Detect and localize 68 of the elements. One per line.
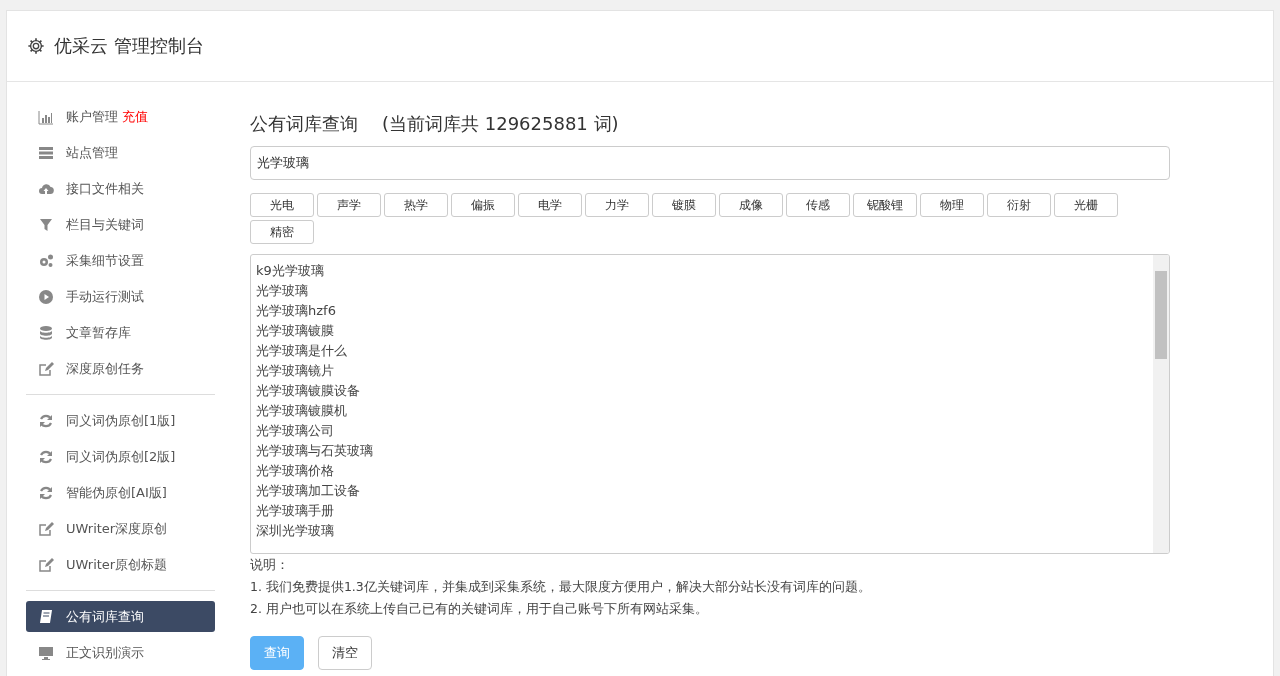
sidebar-item[interactable]: 深度原创任务 — [26, 353, 215, 384]
result-item: 光学玻璃镀膜设备 — [256, 382, 361, 400]
tag-button[interactable]: 镀膜 — [652, 193, 716, 217]
result-item: 光学玻璃 — [256, 282, 309, 300]
tag-button[interactable]: 精密 — [250, 220, 314, 244]
sidebar-item[interactable]: UWriter原创标题 — [26, 549, 215, 580]
sidebar-item[interactable]: 栏目与关键词 — [26, 209, 215, 240]
sidebar-item[interactable]: 智能伪原创[AI版] — [26, 477, 215, 508]
notes-heading: 说明： — [250, 556, 290, 574]
edit-icon — [38, 520, 54, 537]
server-icon — [38, 144, 54, 161]
sidebar-item[interactable]: 账户管理 充值 — [26, 101, 215, 132]
book-icon — [38, 608, 54, 625]
result-item: 光学玻璃是什么 — [256, 342, 348, 360]
page-title: 公有词库查询 — [250, 112, 358, 136]
tag-button[interactable]: 传感 — [786, 193, 850, 217]
sidebar-item[interactable]: 正文识别演示 — [26, 637, 215, 668]
result-item: 光学玻璃镜片 — [256, 362, 335, 380]
tag-button[interactable]: 物理 — [920, 193, 984, 217]
result-item: 光学玻璃hzf6 — [256, 302, 337, 320]
result-item: 光学玻璃公司 — [256, 422, 335, 440]
scrollbar[interactable] — [1153, 255, 1169, 553]
sidebar-item[interactable]: 同义词伪原创[1版] — [26, 405, 215, 436]
refresh-icon — [38, 484, 54, 501]
sidebar-item[interactable]: UWriter深度原创 — [26, 513, 215, 544]
sidebar-item[interactable]: 同义词伪原创[2版] — [26, 441, 215, 472]
result-item: 深圳光学玻璃 — [256, 522, 335, 540]
search-field[interactable]: 光学玻璃 — [250, 146, 1170, 180]
tag-button[interactable]: 热学 — [384, 193, 448, 217]
tag-button[interactable]: 成像 — [719, 193, 783, 217]
result-item: k9光学玻璃 — [256, 262, 325, 280]
gears-icon — [38, 252, 54, 269]
refresh-icon — [38, 448, 54, 465]
filter-icon — [38, 216, 54, 233]
tag-button[interactable]: 铌酸锂 — [853, 193, 917, 217]
edit-icon — [38, 360, 54, 377]
play-icon — [38, 288, 54, 305]
result-item: 光学玻璃价格 — [256, 462, 335, 480]
result-item: 光学玻璃镀膜机 — [256, 402, 348, 420]
sidebar-item[interactable]: 手动运行测试 — [26, 281, 215, 312]
monitor-icon — [38, 644, 54, 661]
refresh-icon — [38, 412, 54, 429]
clear-button[interactable]: 清空 — [318, 636, 372, 670]
console-title: 优采云 管理控制台 — [54, 34, 204, 58]
tag-button[interactable]: 偏振 — [451, 193, 515, 217]
result-item: 光学玻璃镀膜 — [256, 322, 335, 340]
results-list[interactable]: k9光学玻璃 光学玻璃 光学玻璃hzf6 光学玻璃镀膜 光学玻璃是什么 光学玻璃镜片 光学玻璃镀膜设备 光学玻璃镀膜机 光学玻璃公司 光学玻璃与石英玻璃 光学玻璃价格 光学玻璃加工设备 光学玻璃手册 深圳光学玻璃 — [250, 254, 1170, 554]
tag-button[interactable]: 声学 — [317, 193, 381, 217]
result-item: 光学玻璃手册 — [256, 502, 335, 520]
tag-button[interactable]: 衍射 — [987, 193, 1051, 217]
settings-icon — [27, 37, 45, 55]
note-text: 1. 我们免费提供1.3亿关键词库，并集成到采集系统，最大限度方便用户，解决大部分站长没有词库的问题。 — [250, 578, 872, 596]
result-item: 光学玻璃与石英玻璃 — [256, 442, 374, 460]
tag-button[interactable]: 光电 — [250, 193, 314, 217]
sidebar-item[interactable]: 采集细节设置 — [26, 245, 215, 276]
database-icon — [38, 324, 54, 341]
word-count: (当前词库共 129625881 词) — [382, 112, 619, 136]
sidebar-item[interactable]: 文章暂存库 — [26, 317, 215, 348]
tag-button[interactable]: 力学 — [585, 193, 649, 217]
edit-icon — [38, 556, 54, 573]
result-item: 光学玻璃加工设备 — [256, 482, 361, 500]
sidebar-item[interactable]: 接口文件相关 — [26, 173, 215, 204]
tag-button[interactable]: 电学 — [518, 193, 582, 217]
sidebar-item[interactable]: 公有词库查询 — [26, 601, 215, 632]
note-text: 2. 用户也可以在系统上传自己已有的关键词库，用于自己账号下所有网站采集。 — [250, 600, 709, 618]
sidebar-item[interactable]: 站点管理 — [26, 137, 215, 168]
tag-button[interactable]: 光栅 — [1054, 193, 1118, 217]
bar-chart-icon — [38, 108, 54, 125]
